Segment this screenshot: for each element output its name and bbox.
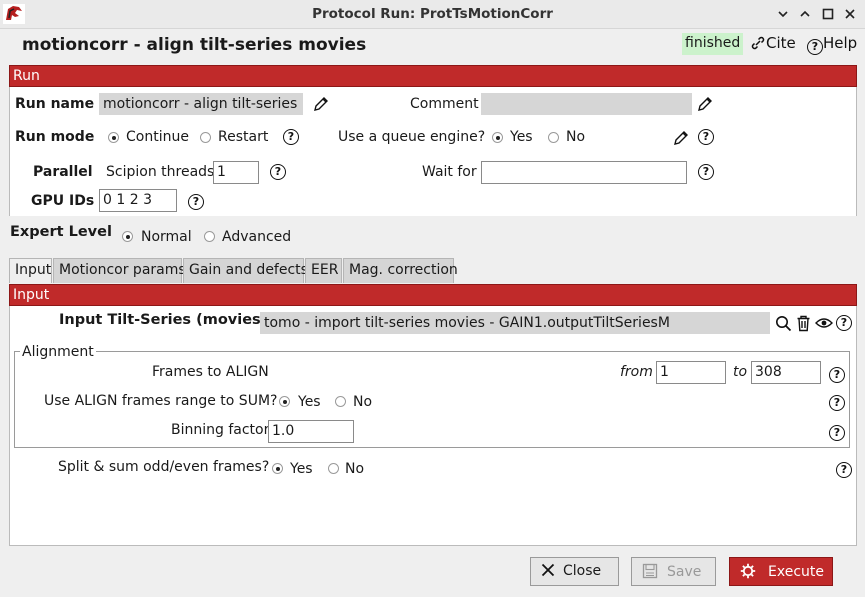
threads-input[interactable]: 1 [213,161,259,184]
close-icon[interactable] [843,7,857,21]
binning-factor-input[interactable]: 1.0 [268,420,354,443]
search-icon[interactable] [775,315,792,332]
frames-from-input[interactable]: 1 [656,361,726,384]
execute-button[interactable]: Execute [729,557,833,586]
help-icon[interactable]: ? [698,129,714,145]
execute-label: Execute [768,564,824,580]
help-icon[interactable]: ? [829,367,845,383]
wait-for-label: Wait for [422,164,477,180]
maximize-icon[interactable] [821,7,835,21]
from-label: from [620,364,653,380]
tab-eer[interactable]: EER [305,258,342,283]
run-name-field[interactable]: motioncorr - align tilt-series movies [99,93,303,115]
gear-icon [740,563,756,579]
pencil-icon[interactable] [697,96,713,112]
close-x-icon [541,563,555,577]
trash-icon[interactable] [796,315,811,332]
help-icon[interactable]: ? [283,129,299,145]
help-label: Help [823,34,858,52]
help-icon[interactable]: ? [829,395,845,411]
input-section-title: Input [13,287,50,303]
split-no-radio[interactable] [328,463,339,474]
input-section-header: Input [9,284,857,306]
split-no-label[interactable]: No [345,461,364,477]
split-yes-label[interactable]: Yes [290,461,313,477]
run-mode-continue-radio[interactable] [108,132,119,143]
close-label: Close [563,563,602,579]
run-name-label: Run name [15,96,95,112]
cite-label: Cite [766,34,796,52]
to-label: to [733,364,748,380]
gpu-ids-input[interactable]: 0 1 2 3 [99,189,177,212]
run-section-title: Run [13,68,40,84]
range-sum-yes-label[interactable]: Yes [298,394,321,410]
queue-yes-radio[interactable] [492,132,503,143]
run-mode-continue-label[interactable]: Continue [126,129,189,145]
input-tilt-series-label: Input Tilt-Series (movies) [59,312,268,328]
split-sum-label: Split & sum odd/even frames? [58,459,270,475]
help-icon[interactable]: ? [829,425,845,441]
expert-advanced-radio[interactable] [204,231,215,242]
run-mode-label: Run mode [15,129,95,145]
tab-motioncor-params[interactable]: Motioncor params [53,258,186,283]
eye-icon[interactable] [815,316,833,330]
expert-normal-label[interactable]: Normal [141,229,192,245]
binning-factor-label: Binning factor [171,422,270,438]
frames-to-input[interactable]: 308 [751,361,821,384]
comment-label: Comment [410,96,479,112]
frames-to-align-label: Frames to ALIGN [152,364,269,380]
help-icon[interactable]: ? [698,164,714,180]
alignment-legend: Alignment [20,344,96,360]
status-badge: finished [682,33,744,55]
range-sum-yes-radio[interactable] [279,396,290,407]
help-icon[interactable]: ? [270,164,286,180]
close-button[interactable]: Close [530,557,619,586]
link-icon [751,36,765,50]
parallel-label: Parallel [33,164,93,180]
use-range-sum-label: Use ALIGN frames range to SUM? [44,393,278,409]
restore-icon[interactable] [798,7,812,21]
tab-gain-and-defects[interactable]: Gain and defects [183,258,308,283]
queue-yes-label[interactable]: Yes [510,129,533,145]
expert-normal-radio[interactable] [122,231,133,242]
threads-label: Scipion threads [106,164,215,180]
expert-advanced-label[interactable]: Advanced [222,229,291,245]
comment-field[interactable] [481,93,692,115]
run-mode-restart-label[interactable]: Restart [218,129,268,145]
help-icon[interactable]: ? [188,194,204,210]
save-icon [642,563,658,579]
gpu-ids-label: GPU IDs [31,193,95,209]
split-yes-radio[interactable] [272,463,283,474]
window-title: Protocol Run: ProtTsMotionCorr [312,6,553,22]
cite-link[interactable]: Cite [750,34,796,52]
protocol-title: motioncorr - align tilt-series movies [22,35,367,55]
queue-label: Use a queue engine? [338,129,486,145]
help-link[interactable]: ? Help [807,34,858,55]
range-sum-no-label[interactable]: No [353,394,372,410]
run-section-header: Run [9,65,857,87]
range-sum-no-radio[interactable] [335,396,346,407]
queue-no-label[interactable]: No [566,129,585,145]
help-icon[interactable]: ? [836,315,852,331]
input-tilt-series-field[interactable]: tomo - import tilt-series movies - GAIN1… [260,312,770,334]
save-label: Save [667,564,702,580]
save-button[interactable]: Save [631,557,716,586]
tab-input[interactable]: Input [9,258,52,283]
window-titlebar: Protocol Run: ProtTsMotionCorr [0,0,865,29]
help-icon: ? [807,39,823,55]
help-icon[interactable]: ? [836,462,852,478]
pencil-icon[interactable] [673,130,689,146]
wait-for-input[interactable] [481,161,687,184]
queue-no-radio[interactable] [548,132,559,143]
expert-level-label: Expert Level [10,224,112,240]
pencil-icon[interactable] [313,96,329,112]
protocol-header: motioncorr - align tilt-series movies fi… [0,29,865,63]
tab-mag-correction[interactable]: Mag. correction [343,258,458,283]
minimize-icon[interactable] [776,7,790,21]
run-mode-restart-radio[interactable] [200,132,211,143]
